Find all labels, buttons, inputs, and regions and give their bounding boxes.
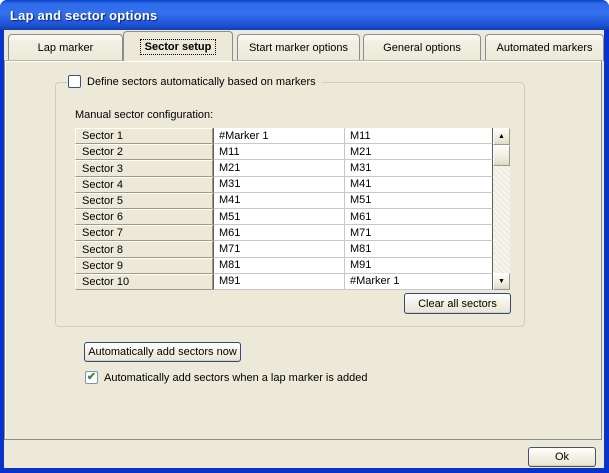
sector-name-cell[interactable]: Sector 10 <box>75 274 213 290</box>
ok-button[interactable]: Ok <box>528 447 596 467</box>
clear-all-sectors-button[interactable]: Clear all sectors <box>404 293 511 314</box>
tab-label: General options <box>383 42 461 54</box>
sector-end-cell[interactable]: M81 <box>345 241 493 257</box>
sector-end-cell[interactable]: M11 <box>345 128 493 144</box>
sector-name-cell[interactable]: Sector 4 <box>75 177 213 193</box>
sector-start-cell[interactable]: M21 <box>213 160 345 176</box>
tab-label: Start marker options <box>249 42 348 54</box>
scrollbar-thumb[interactable] <box>493 145 510 166</box>
window-title: Lap and sector options <box>10 8 157 23</box>
auto-add-checkbox-label: Automatically add sectors when a lap mar… <box>104 372 368 384</box>
sector-end-cell[interactable]: M51 <box>345 193 493 209</box>
tab-lap-marker[interactable]: Lap marker <box>8 34 123 61</box>
sector-start-cell[interactable]: M61 <box>213 225 345 241</box>
sector-start-cell[interactable]: M71 <box>213 241 345 257</box>
scrollbar-down-arrow-icon[interactable]: ▼ <box>493 273 510 290</box>
table-row: Sector 9 M81 M91 <box>75 258 510 274</box>
auto-add-checkbox[interactable]: ✔ <box>85 371 98 384</box>
define-sectors-checkbox[interactable] <box>68 75 81 88</box>
table-row: Sector 6 M51 M61 <box>75 209 510 225</box>
tab-label: Lap marker <box>38 42 94 54</box>
sector-start-cell[interactable]: M11 <box>213 144 345 160</box>
sector-end-cell[interactable]: M91 <box>345 258 493 274</box>
sector-name-cell[interactable]: Sector 9 <box>75 258 213 274</box>
table-scrollbar[interactable]: ▲ ▼ <box>493 128 510 290</box>
sector-start-cell[interactable]: #Marker 1 <box>213 128 345 144</box>
sector-setup-tab-page: Define sectors automatically based on ma… <box>4 60 602 440</box>
tab-sector-setup[interactable]: Sector setup <box>123 31 233 61</box>
sector-end-cell[interactable]: M71 <box>345 225 493 241</box>
tab-start-marker-options[interactable]: Start marker options <box>237 34 360 61</box>
lap-sector-options-dialog: Lap and sector options Lap marker Sector… <box>0 0 609 473</box>
sector-start-cell[interactable]: M51 <box>213 209 345 225</box>
table-row: Sector 1 #Marker 1 M11 <box>75 128 510 144</box>
table-row: Sector 3 M21 M31 <box>75 160 510 176</box>
tab-label: Sector setup <box>141 40 216 54</box>
tab-label: Automated markers <box>497 42 593 54</box>
sector-name-cell[interactable]: Sector 7 <box>75 225 213 241</box>
dialog-client-area: Lap marker Sector setup Start marker opt… <box>4 30 604 468</box>
sector-start-cell[interactable]: M81 <box>213 258 345 274</box>
sector-name-cell[interactable]: Sector 5 <box>75 193 213 209</box>
titlebar[interactable]: Lap and sector options <box>0 0 609 30</box>
table-row: Sector 8 M71 M81 <box>75 241 510 257</box>
sector-name-cell[interactable]: Sector 3 <box>75 160 213 176</box>
sector-table: Sector 1 #Marker 1 M11 Sector 2 M11 M21 … <box>75 128 510 290</box>
table-row: Sector 2 M11 M21 <box>75 144 510 160</box>
sector-end-cell[interactable]: #Marker 1 <box>345 274 493 290</box>
sector-end-cell[interactable]: M61 <box>345 209 493 225</box>
auto-add-sectors-now-button[interactable]: Automatically add sectors now <box>84 342 241 362</box>
define-sectors-caption: Define sectors automatically based on ma… <box>68 75 322 88</box>
sector-name-cell[interactable]: Sector 2 <box>75 144 213 160</box>
tab-automated-markers[interactable]: Automated markers <box>485 34 604 61</box>
sector-end-cell[interactable]: M21 <box>345 144 493 160</box>
sector-end-cell[interactable]: M41 <box>345 177 493 193</box>
tab-general-options[interactable]: General options <box>363 34 481 61</box>
table-row: Sector 5 M41 M51 <box>75 193 510 209</box>
sector-name-cell[interactable]: Sector 1 <box>75 128 213 144</box>
sector-name-cell[interactable]: Sector 8 <box>75 241 213 257</box>
sector-end-cell[interactable]: M31 <box>345 160 493 176</box>
table-row: Sector 4 M31 M41 <box>75 177 510 193</box>
scrollbar-up-arrow-icon[interactable]: ▲ <box>493 128 510 145</box>
define-sectors-checkbox-label: Define sectors automatically based on ma… <box>87 76 316 88</box>
check-icon: ✔ <box>87 372 96 383</box>
sector-start-cell[interactable]: M91 <box>213 274 345 290</box>
sector-start-cell[interactable]: M31 <box>213 177 345 193</box>
sector-start-cell[interactable]: M41 <box>213 193 345 209</box>
table-row: Sector 7 M61 M71 <box>75 225 510 241</box>
manual-config-label: Manual sector configuration: <box>75 109 213 121</box>
sector-name-cell[interactable]: Sector 6 <box>75 209 213 225</box>
auto-add-checkbox-row: ✔ Automatically add sectors when a lap m… <box>85 371 368 384</box>
table-row: Sector 10 M91 #Marker 1 <box>75 274 510 290</box>
